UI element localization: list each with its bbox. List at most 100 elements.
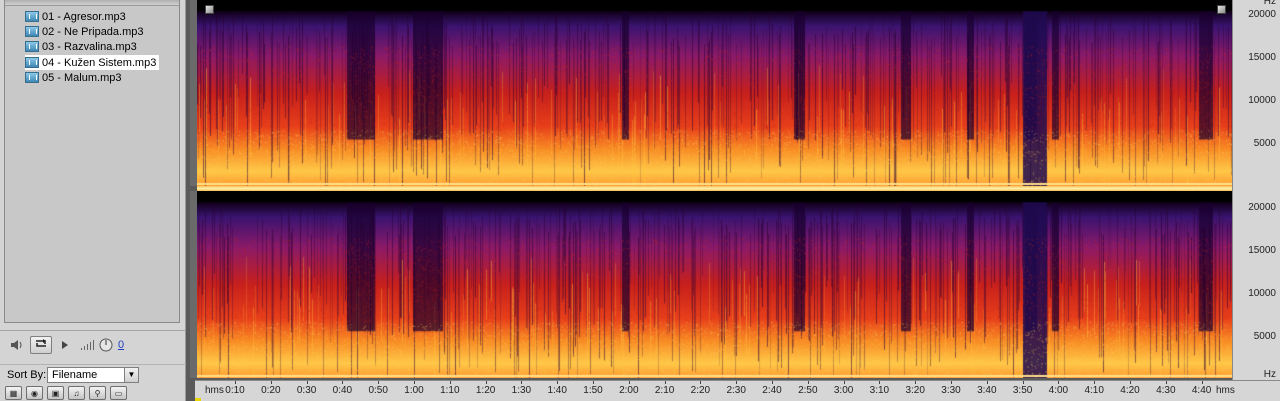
spectral-channel-right[interactable] (197, 191, 1232, 378)
time-unit-label: hms (1216, 385, 1235, 396)
time-tick-label: 2:30 (726, 385, 746, 396)
time-tick-mark (235, 381, 236, 384)
file-label: 01 - Agresor.mp3 (42, 10, 126, 23)
time-tick-label: 0:50 (368, 385, 388, 396)
time-tick-label: 2:50 (798, 385, 818, 396)
playback-controls: 0 (0, 330, 186, 358)
time-tick-label: 3:00 (833, 385, 854, 396)
speaker-icon[interactable] (9, 336, 25, 354)
time-tick-mark (1058, 381, 1060, 384)
hz-unit-label: Hz (1263, 0, 1276, 7)
audio-file-icon (25, 41, 39, 52)
time-tick-label: 3:40 (977, 385, 997, 396)
time-tick-label: 4:10 (1084, 385, 1104, 396)
record-button[interactable]: ◉ (26, 386, 43, 400)
time-tick-mark (414, 381, 415, 384)
file-label: 02 - Ne Pripada.mp3 (42, 25, 144, 38)
time-tick-label: 2:10 (654, 385, 675, 396)
file-item[interactable]: 05 - Malum.mp3 (25, 70, 124, 85)
time-tick-mark (986, 381, 988, 384)
time-tick-mark (378, 381, 380, 384)
hz-tick: 5000 (1253, 331, 1276, 342)
time-tick-label: 4:00 (1048, 385, 1069, 396)
time-tick-mark (1165, 381, 1167, 384)
sort-row: Sort By: Filename ▼ (0, 364, 186, 384)
time-tick-mark (772, 381, 773, 384)
fade-in-handle[interactable] (205, 5, 214, 14)
sort-select-value: Filename (52, 369, 98, 381)
time-tick-mark (736, 381, 738, 384)
hz-tick: 10000 (1248, 288, 1276, 299)
time-tick-mark (628, 381, 630, 384)
import-file-button[interactable]: ♫ (68, 386, 85, 400)
time-tick-label: 0:20 (261, 385, 281, 396)
time-tick-mark (1094, 381, 1096, 384)
show-video-button[interactable]: ▭ (110, 386, 127, 400)
time-tick-label: 2:40 (762, 385, 782, 396)
time-tick-label: 0:30 (296, 385, 317, 396)
sort-select[interactable]: Filename ▼ (47, 367, 139, 383)
time-tick-mark (521, 381, 523, 384)
time-tick-label: 1:20 (475, 385, 496, 396)
time-tick-mark (1201, 381, 1203, 384)
time-tick-label: 0:40 (332, 385, 353, 396)
file-item[interactable]: 03 - Razvalina.mp3 (25, 39, 140, 54)
frequency-ruler: Hz 20000 15000 10000 5000 20000 15000 10… (1232, 0, 1280, 380)
time-tick-label: 1:40 (547, 385, 567, 396)
volume-knob-icon[interactable] (98, 336, 114, 354)
filter-button[interactable]: ⚲ (89, 386, 106, 400)
file-label: 03 - Razvalina.mp3 (42, 40, 137, 53)
file-label: 05 - Malum.mp3 (42, 71, 122, 84)
time-tick-label: 1:00 (404, 385, 424, 396)
time-tick-label: 2:00 (619, 385, 639, 396)
spectrogram-canvas (197, 0, 1232, 186)
time-tick-label: 1:10 (440, 385, 460, 396)
time-tick-mark (951, 381, 952, 384)
file-panel: 01 - Agresor.mp3 02 - Ne Pripada.mp3 03 … (0, 0, 186, 401)
time-tick-mark (593, 381, 594, 384)
bottom-toolbar: ▦ ◉ ▣ ♫ ⚲ ▭ (5, 386, 127, 401)
time-tick-mark (843, 381, 845, 384)
time-unit-label: hms (205, 385, 224, 396)
time-tick-label: 1:30 (511, 385, 532, 396)
time-tick-mark (557, 381, 559, 384)
chevron-down-icon: ▼ (124, 368, 138, 382)
hz-tick: 15000 (1248, 245, 1276, 256)
fade-out-handle[interactable] (1217, 5, 1226, 14)
audio-file-icon (25, 72, 39, 83)
play-icon[interactable] (60, 336, 70, 354)
hz-unit-label: Hz (1263, 369, 1276, 380)
time-ruler[interactable]: hms hms 0:10 0:20 0:30 0:40 0:50 1:00 1:10 1:20… (195, 380, 1280, 401)
time-tick-mark (306, 381, 308, 384)
time-tick-label: 3:50 (1012, 385, 1033, 396)
hz-tick: 10000 (1248, 95, 1276, 106)
time-tick-mark (270, 381, 272, 384)
audio-file-icon (25, 11, 39, 22)
volume-value-text: 0 (117, 339, 125, 351)
file-list[interactable]: 01 - Agresor.mp3 02 - Ne Pripada.mp3 03 … (4, 0, 180, 323)
close-file-button[interactable]: ▣ (47, 386, 64, 400)
audio-file-icon (25, 57, 39, 68)
time-tick-mark (664, 381, 666, 384)
loop-button[interactable] (30, 336, 52, 354)
file-list-header (5, 0, 179, 6)
time-tick-mark (915, 381, 917, 384)
file-label: 04 - Kužen Sistem.mp3 (42, 56, 157, 69)
insert-into-multitrack-button[interactable]: ▦ (5, 386, 22, 400)
time-tick-mark (1022, 381, 1024, 384)
hz-tick: 5000 (1253, 138, 1276, 149)
hz-tick: 20000 (1248, 202, 1276, 213)
time-tick-mark (342, 381, 344, 384)
time-tick-mark (485, 381, 487, 384)
time-tick-label: 1:50 (583, 385, 603, 396)
hz-tick: 15000 (1248, 52, 1276, 63)
sort-label: Sort By: (7, 369, 47, 381)
file-item[interactable]: 02 - Ne Pripada.mp3 (25, 24, 147, 39)
spectral-channel-left[interactable] (197, 0, 1232, 186)
time-tick-mark (1130, 381, 1131, 384)
file-item[interactable]: 01 - Agresor.mp3 (25, 9, 129, 24)
file-item[interactable]: 04 - Kužen Sistem.mp3 (25, 55, 160, 70)
audio-file-icon (25, 26, 39, 37)
loop-icon (34, 338, 48, 352)
volume-value[interactable]: 0 (116, 336, 126, 354)
